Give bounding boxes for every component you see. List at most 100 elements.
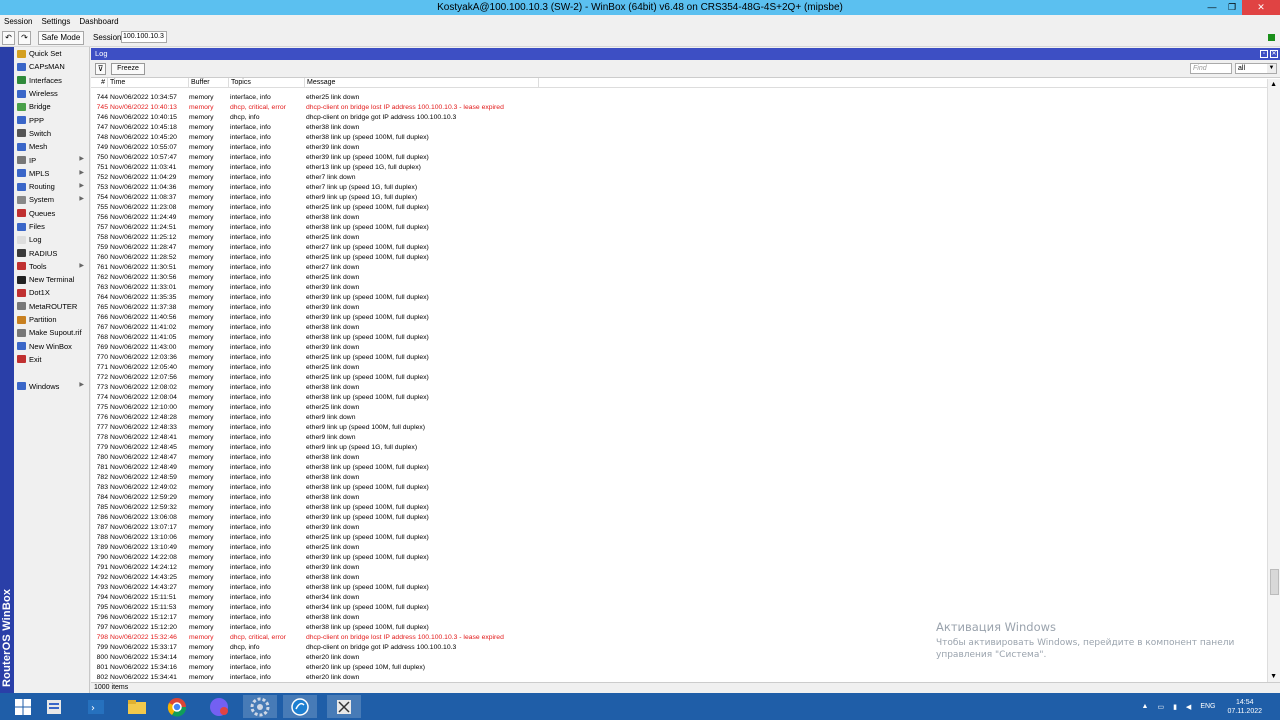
table-row[interactable]: 748 Nov/06/2022 10:45:20 memory interface, …: [91, 133, 1267, 143]
table-row[interactable]: 752 Nov/06/2022 11:04:29 memory interface, …: [91, 173, 1267, 183]
table-row[interactable]: 780 Nov/06/2022 12:48:47 memory interface, …: [91, 453, 1267, 463]
sidebar-item-system[interactable]: System ▶: [14, 193, 89, 206]
sidebar-item-windows[interactable]: Windows ▶: [14, 379, 89, 392]
col-buffer[interactable]: Buffer: [189, 78, 229, 88]
table-row[interactable]: 750 Nov/06/2022 10:57:47 memory interface, …: [91, 153, 1267, 163]
winbox-icon[interactable]: [327, 695, 361, 718]
table-row[interactable]: 760 Nov/06/2022 11:28:52 memory interface, …: [91, 253, 1267, 263]
menu-dashboard[interactable]: Dashboard: [79, 15, 118, 29]
sidebar-item-bridge[interactable]: Bridge: [14, 100, 89, 113]
table-row[interactable]: 786 Nov/06/2022 13:06:08 memory interface, …: [91, 513, 1267, 523]
table-row[interactable]: 759 Nov/06/2022 11:28:47 memory interface, …: [91, 243, 1267, 253]
table-row[interactable]: 787 Nov/06/2022 13:07:17 memory interface, …: [91, 523, 1267, 533]
table-row[interactable]: 790 Nov/06/2022 14:22:08 memory interface, …: [91, 553, 1267, 563]
table-row[interactable]: 788 Nov/06/2022 13:10:06 memory interface, …: [91, 533, 1267, 543]
table-row[interactable]: 771 Nov/06/2022 12:05:40 memory interface, …: [91, 363, 1267, 373]
table-row[interactable]: 801 Nov/06/2022 15:34:16 memory interface, …: [91, 663, 1267, 673]
chrome-icon[interactable]: [160, 695, 194, 718]
sidebar-item-mesh[interactable]: Mesh: [14, 140, 89, 153]
scroll-up-icon[interactable]: ▲: [1270, 81, 1277, 88]
sidebar-item-queues[interactable]: Queues: [14, 207, 89, 220]
table-row[interactable]: 789 Nov/06/2022 13:10:49 memory interface, …: [91, 543, 1267, 553]
sidebar-item-new-winbox[interactable]: New WinBox: [14, 340, 89, 353]
table-row[interactable]: 767 Nov/06/2022 11:41:02 memory interface, …: [91, 323, 1267, 333]
table-row[interactable]: 769 Nov/06/2022 11:43:00 memory interface, …: [91, 343, 1267, 353]
sidebar-item-dot1x[interactable]: Dot1X: [14, 286, 89, 299]
language-indicator[interactable]: ENG: [1200, 703, 1215, 710]
log-close-icon[interactable]: ✕: [1270, 50, 1278, 58]
clock[interactable]: 14:54 07.11.2022: [1227, 698, 1262, 716]
table-row[interactable]: 766 Nov/06/2022 11:40:56 memory interface, …: [91, 313, 1267, 323]
col-message[interactable]: Message: [305, 78, 539, 88]
table-row[interactable]: 768 Nov/06/2022 11:41:05 memory interface, …: [91, 333, 1267, 343]
sidebar-item-metarouter[interactable]: MetaROUTER: [14, 300, 89, 313]
sidebar-item-make-supout-rif[interactable]: Make Supout.rif: [14, 326, 89, 339]
file-explorer-icon[interactable]: [120, 695, 154, 718]
table-row[interactable]: 783 Nov/06/2022 12:49:02 memory interface, …: [91, 483, 1267, 493]
sidebar-item-mpls[interactable]: MPLS ▶: [14, 167, 89, 180]
sidebar-item-switch[interactable]: Switch: [14, 127, 89, 140]
table-row[interactable]: 794 Nov/06/2022 15:11:51 memory interface, …: [91, 593, 1267, 603]
table-row[interactable]: 775 Nov/06/2022 12:10:00 memory interface, …: [91, 403, 1267, 413]
start-button[interactable]: [6, 695, 40, 718]
table-row[interactable]: 773 Nov/06/2022 12:08:02 memory interface, …: [91, 383, 1267, 393]
table-row[interactable]: 746 Nov/06/2022 10:40:15 memory dhcp, info d…: [91, 113, 1267, 123]
freeze-button[interactable]: Freeze: [111, 63, 145, 75]
sidebar-item-interfaces[interactable]: Interfaces: [14, 74, 89, 87]
find-input[interactable]: Find: [1190, 63, 1232, 74]
filter-select[interactable]: all ▼: [1235, 63, 1277, 74]
table-row[interactable]: 791 Nov/06/2022 14:24:12 memory interface, …: [91, 563, 1267, 573]
sidebar-item-tools[interactable]: Tools ▶: [14, 260, 89, 273]
sidebar-item-new-terminal[interactable]: New Terminal: [14, 273, 89, 286]
table-row[interactable]: 784 Nov/06/2022 12:59:29 memory interface, …: [91, 493, 1267, 503]
col-number[interactable]: #: [91, 78, 108, 88]
table-row[interactable]: 763 Nov/06/2022 11:33:01 memory interface, …: [91, 283, 1267, 293]
vertical-scrollbar[interactable]: ▲ ▼: [1267, 79, 1280, 682]
table-row[interactable]: 779 Nov/06/2022 12:48:45 memory interface, …: [91, 443, 1267, 453]
network-icon[interactable]: ▭: [1157, 703, 1164, 711]
table-row[interactable]: 776 Nov/06/2022 12:48:28 memory interface, …: [91, 413, 1267, 423]
sidebar-item-log[interactable]: Log: [14, 233, 89, 246]
table-row[interactable]: 761 Nov/06/2022 11:30:51 memory interface, …: [91, 263, 1267, 273]
table-row[interactable]: 744 Nov/06/2022 10:34:57 memory interface, …: [91, 93, 1267, 103]
col-time[interactable]: Time: [108, 78, 189, 88]
scroll-down-icon[interactable]: ▼: [1270, 673, 1277, 680]
table-row[interactable]: 774 Nov/06/2022 12:08:04 memory interface, …: [91, 393, 1267, 403]
table-row[interactable]: 749 Nov/06/2022 10:55:07 memory interface, …: [91, 143, 1267, 153]
remote-desktop-icon[interactable]: [283, 695, 317, 718]
sidebar-item-wireless[interactable]: Wireless: [14, 87, 89, 100]
sidebar-item-capsman[interactable]: CAPsMAN: [14, 60, 89, 73]
settings-app-icon[interactable]: [243, 695, 277, 718]
redo-button[interactable]: ↷: [18, 31, 31, 45]
maximize-button[interactable]: ❐: [1225, 2, 1239, 13]
sidebar-item-partition[interactable]: Partition: [14, 313, 89, 326]
table-row[interactable]: 782 Nov/06/2022 12:48:59 memory interface, …: [91, 473, 1267, 483]
table-row[interactable]: 778 Nov/06/2022 12:48:41 memory interface, …: [91, 433, 1267, 443]
viber-icon[interactable]: [202, 695, 236, 718]
sidebar-item-files[interactable]: Files: [14, 220, 89, 233]
table-row[interactable]: 758 Nov/06/2022 11:25:12 memory interface, …: [91, 233, 1267, 243]
table-row[interactable]: 762 Nov/06/2022 11:30:56 memory interface, …: [91, 273, 1267, 283]
menu-session[interactable]: Session: [4, 15, 32, 29]
log-restore-icon[interactable]: ▫: [1260, 50, 1268, 58]
table-row[interactable]: 772 Nov/06/2022 12:07:56 memory interface, …: [91, 373, 1267, 383]
minimize-button[interactable]: —: [1205, 2, 1219, 13]
session-field[interactable]: 100.100.10.3: [121, 31, 167, 43]
table-row[interactable]: 792 Nov/06/2022 14:43:25 memory interface, …: [91, 573, 1267, 583]
table-row[interactable]: 754 Nov/06/2022 11:08:37 memory interface, …: [91, 193, 1267, 203]
col-topics[interactable]: Topics: [229, 78, 305, 88]
sidebar-item-exit[interactable]: Exit: [14, 353, 89, 366]
sidebar-item-radius[interactable]: RADIUS: [14, 246, 89, 259]
sidebar-item-ip[interactable]: IP ▶: [14, 153, 89, 166]
powershell-icon[interactable]: ›: [79, 695, 113, 718]
table-row[interactable]: 785 Nov/06/2022 12:59:32 memory interface, …: [91, 503, 1267, 513]
table-row[interactable]: 753 Nov/06/2022 11:04:36 memory interface, …: [91, 183, 1267, 193]
table-row[interactable]: 777 Nov/06/2022 12:48:33 memory interface, …: [91, 423, 1267, 433]
table-row[interactable]: 755 Nov/06/2022 11:23:08 memory interface, …: [91, 203, 1267, 213]
table-row[interactable]: 781 Nov/06/2022 12:48:49 memory interface, …: [91, 463, 1267, 473]
table-row[interactable]: 745 Nov/06/2022 10:40:13 memory dhcp, criti…: [91, 103, 1267, 113]
sidebar-item-quick-set[interactable]: Quick Set: [14, 47, 89, 60]
volume-icon[interactable]: ◀: [1186, 703, 1191, 711]
menu-settings[interactable]: Settings: [41, 15, 70, 29]
table-row[interactable]: 765 Nov/06/2022 11:37:38 memory interface, …: [91, 303, 1267, 313]
